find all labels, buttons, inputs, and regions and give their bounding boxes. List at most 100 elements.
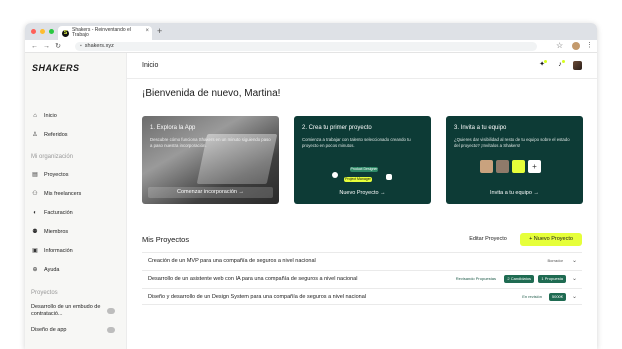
card-title: 2. Crea tu primer proyecto xyxy=(302,125,372,131)
shakers-mark-icon xyxy=(386,174,392,180)
browser-window: S Shakers - Reinventando el Trabajo × + … xyxy=(25,23,597,349)
projects-heading: Proyectos xyxy=(31,290,58,296)
sidebar-item-label: Referidos xyxy=(44,132,68,138)
chevron-down-icon[interactable]: ⌄ xyxy=(572,293,577,300)
project-row[interactable]: Diseño y desarrollo de un Design System … xyxy=(142,288,582,305)
notification-dot xyxy=(544,60,547,63)
sidebar-project-label: Diseño de app xyxy=(31,327,67,333)
sidebar-item-label: Proyectos xyxy=(44,172,69,178)
budget-badge: 5000€ xyxy=(548,293,566,301)
back-icon[interactable]: ← xyxy=(31,43,38,50)
status-badge: Revisando Propuestas xyxy=(455,276,496,281)
edit-project-button[interactable]: Editar Proyecto xyxy=(464,233,512,246)
people-icon: ⚇ xyxy=(32,191,38,197)
my-projects-heading: Mis Proyectos xyxy=(142,235,190,244)
bookmark-star-icon[interactable]: ☆ xyxy=(556,41,563,50)
help-icon: ⊕ xyxy=(32,267,38,273)
sidebar-item-facturacion[interactable]: ◐ Facturación xyxy=(32,210,73,216)
browser-profile-avatar[interactable] xyxy=(572,42,580,50)
card-title: 3. Invita a tu equipo xyxy=(454,125,507,131)
status-badge: En revisión xyxy=(522,294,542,299)
shakers-favicon-icon: S xyxy=(62,29,69,37)
close-tab-icon[interactable]: × xyxy=(145,28,149,34)
sidebar: SHAKERS ⌂ Inicio ♙ Referidos Mi organiza… xyxy=(25,53,127,349)
top-bar: Inicio ✦ ♪ xyxy=(127,53,597,79)
product-designer-chip: Product Designer xyxy=(350,167,378,172)
sidebar-project-diseno-app[interactable]: Diseño de app xyxy=(31,327,115,334)
app: SHAKERS ⌂ Inicio ♙ Referidos Mi organiza… xyxy=(25,53,597,349)
lock-icon: ▪ xyxy=(80,43,82,49)
project-count-badge xyxy=(107,308,115,314)
maximize-window-button[interactable] xyxy=(49,29,54,34)
sidebar-project-label: Desarrollo de un embudo de contratació..… xyxy=(31,304,101,317)
invite-team-card[interactable]: 3. Invita a tu equipo ¿Quieres dar visib… xyxy=(446,116,583,204)
window-controls xyxy=(31,29,54,34)
sidebar-item-label: Inicio xyxy=(44,113,57,119)
add-member-icon[interactable]: + xyxy=(528,160,541,173)
user-avatar[interactable] xyxy=(573,61,582,70)
invite-team-link[interactable]: Invita a tu equipo → xyxy=(446,190,583,196)
sidebar-project-embudo[interactable]: Desarrollo de un embudo de contratació..… xyxy=(31,304,115,318)
browser-tab[interactable]: S Shakers - Reinventando el Trabajo × xyxy=(58,26,152,40)
main-content: Inicio ✦ ♪ ¡Bienvenida de nuevo, Martina… xyxy=(127,53,597,349)
candidates-badge: 2 Candidatos xyxy=(504,275,534,283)
project-name: Diseño y desarrollo de un Design System … xyxy=(148,294,366,300)
user-icon: ♙ xyxy=(32,132,38,138)
team-avatars: + xyxy=(480,160,541,173)
chevron-down-icon[interactable]: ⌄ xyxy=(572,275,577,282)
chevron-down-icon[interactable]: ⌄ xyxy=(572,257,577,264)
members-icon: ⚉ xyxy=(32,229,38,235)
candidate-dot-icon xyxy=(332,172,338,178)
project-row[interactable]: Desarrollo de un asistente web con IA pa… xyxy=(142,270,582,287)
card-title: 1. Explora la App xyxy=(150,125,196,131)
close-window-button[interactable] xyxy=(31,29,36,34)
info-icon: ▣ xyxy=(32,248,38,254)
sidebar-item-label: Información xyxy=(44,248,73,254)
team-avatar xyxy=(496,160,509,173)
project-count-badge xyxy=(107,327,115,333)
new-tab-icon[interactable]: + xyxy=(157,26,162,36)
card-description: ¿Quieres dar visibilidad al resto de tu … xyxy=(454,137,570,148)
sidebar-item-ayuda[interactable]: ⊕ Ayuda xyxy=(32,267,60,273)
minimize-window-button[interactable] xyxy=(40,29,45,34)
sidebar-item-proyectos[interactable]: ▤ Proyectos xyxy=(32,172,68,178)
url-field[interactable]: ▪ shakers.xyz xyxy=(75,42,537,51)
sidebar-item-label: Mis freelancers xyxy=(44,191,82,197)
sidebar-item-referidos[interactable]: ♙ Referidos xyxy=(32,132,68,138)
address-bar: ← → ↻ ▪ shakers.xyz ☆ ⋮ xyxy=(25,40,597,53)
card-description: Descubre cómo funciona Shakers en un min… xyxy=(150,137,271,148)
sidebar-item-label: Miembros xyxy=(44,229,69,235)
org-heading: Mi organización xyxy=(31,154,74,160)
start-onboarding-button[interactable]: Comenzar incorporación → xyxy=(148,187,273,198)
alerts-bell-icon[interactable]: ♪ xyxy=(556,60,565,69)
sidebar-item-miembros[interactable]: ⚉ Miembros xyxy=(32,229,68,235)
shakers-logo[interactable]: SHAKERS xyxy=(32,63,80,73)
sidebar-item-informacion[interactable]: ▣ Información xyxy=(32,248,73,254)
billing-icon: ◐ xyxy=(33,210,37,216)
project-row[interactable]: Creación de un MVP para una compañía de … xyxy=(142,252,582,269)
sidebar-item-label: Facturación xyxy=(44,210,73,216)
welcome-heading: ¡Bienvenida de nuevo, Martina! xyxy=(142,88,281,99)
create-project-card[interactable]: 2. Crea tu primer proyecto Comienza a tr… xyxy=(294,116,431,204)
project-name: Desarrollo de un asistente web con IA pa… xyxy=(148,276,358,282)
notifications-bell-icon[interactable]: ✦ xyxy=(538,60,547,69)
proposals-badge: 1 Propuesta xyxy=(538,275,566,283)
status-badge: Borrador xyxy=(547,258,563,263)
sidebar-item-freelancers[interactable]: ⚇ Mis freelancers xyxy=(32,191,81,197)
team-avatar xyxy=(480,160,493,173)
sidebar-item-inicio[interactable]: ⌂ Inicio xyxy=(32,113,57,119)
new-project-button[interactable]: + Nuevo Proyecto xyxy=(520,233,582,246)
new-project-card-link[interactable]: Nuevo Proyecto → xyxy=(294,190,431,196)
project-name: Creación de un MVP para una compañía de … xyxy=(148,258,316,264)
reload-icon[interactable]: ↻ xyxy=(55,42,61,50)
project-manager-chip: Project Manager xyxy=(344,177,372,182)
sidebar-item-label: Ayuda xyxy=(44,267,60,273)
page-title: Inicio xyxy=(142,62,159,69)
url-text: shakers.xyz xyxy=(84,43,114,49)
card-description: Comienza a trabajar con talento seleccio… xyxy=(302,137,411,148)
forward-icon[interactable]: → xyxy=(43,43,50,50)
explore-app-card[interactable]: 1. Explora la App Descubre cómo funciona… xyxy=(142,116,279,204)
notification-dot xyxy=(562,60,565,63)
briefcase-icon: ▤ xyxy=(32,172,38,178)
browser-menu-icon[interactable]: ⋮ xyxy=(586,41,593,49)
